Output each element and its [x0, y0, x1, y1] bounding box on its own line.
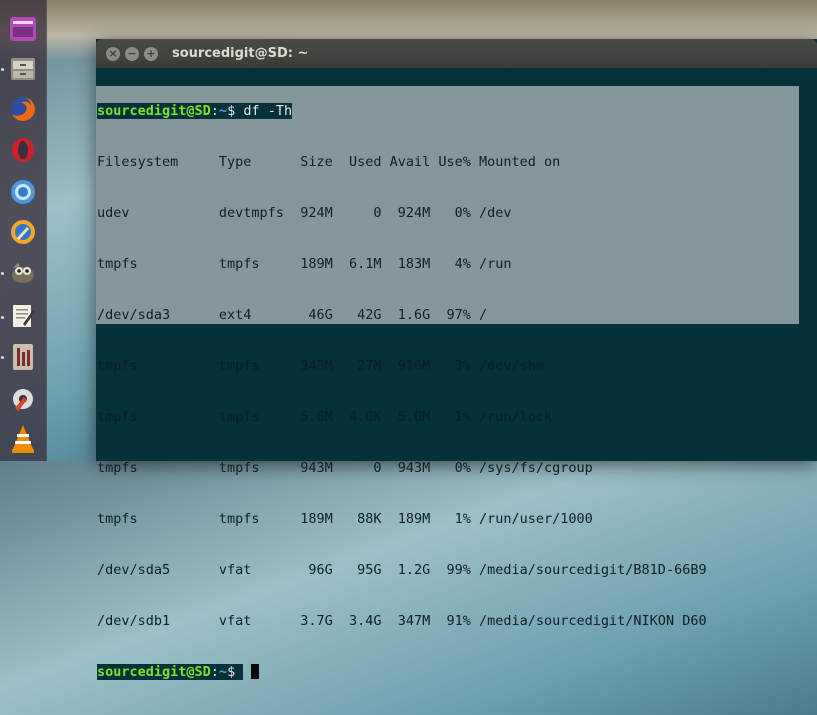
output-header: Filesystem Type Size Used Avail Use% Mou… — [97, 154, 561, 170]
settings-icon[interactable] — [7, 383, 39, 415]
output-row: /dev/sdb1 vfat 3.7G 3.4G 347M 91% /media… — [97, 613, 707, 629]
output-row: tmpfs tmpfs 189M 88K 189M 1% /run/user/1… — [97, 511, 593, 527]
window-title: sourcedigit@SD: ~ — [172, 46, 309, 61]
output-row: /dev/sda5 vfat 96G 95G 1.2G 99% /media/s… — [97, 562, 707, 578]
firefox-icon[interactable] — [7, 93, 39, 125]
opera-icon[interactable] — [7, 134, 39, 166]
minimize-button[interactable]: − — [125, 46, 139, 61]
running-indicator — [1, 272, 4, 275]
prompt-dollar: $ — [227, 664, 244, 680]
prompt-separator: : — [210, 103, 219, 119]
text-cursor — [251, 664, 260, 679]
output-row: tmpfs tmpfs 189M 6.1M 183M 4% /run — [97, 256, 512, 272]
minimize-icon: − — [127, 47, 137, 60]
prompt-user: sourcedigit@SD — [97, 664, 211, 680]
command-text: df -Th — [243, 103, 293, 119]
terminal-body[interactable]: sourcedigit@SD:~$ df -Th Filesystem Type… — [96, 68, 817, 680]
output-row: tmpfs tmpfs 943M 0 943M 0% /sys/fs/cgrou… — [97, 460, 593, 476]
chrome-icon[interactable] — [7, 176, 39, 208]
maximize-button[interactable]: + — [144, 46, 158, 61]
dash-icon[interactable] — [7, 13, 39, 45]
prompt-separator: : — [210, 664, 219, 680]
prompt-line: sourcedigit@SD:~$ — [97, 664, 707, 681]
output-row: tmpfs tmpfs 5.0M 4.0K 5.0M 1% /run/lock — [97, 409, 553, 425]
prompt-path: ~ — [218, 103, 228, 119]
browser-icon[interactable] — [7, 216, 39, 248]
running-indicator — [1, 356, 4, 359]
gimp-icon[interactable] — [7, 256, 39, 288]
prompt-user: sourcedigit@SD — [97, 103, 211, 119]
close-button[interactable]: × — [106, 46, 120, 61]
running-indicator — [1, 68, 4, 71]
prompt-dollar: $ — [227, 103, 244, 119]
prompt-path: ~ — [218, 664, 228, 680]
output-row: udev devtmpfs 924M 0 924M 0% /dev — [97, 205, 512, 221]
maximize-icon: + — [146, 47, 156, 60]
command-line: sourcedigit@SD:~$ df -Th — [97, 103, 707, 120]
output-row: tmpfs tmpfs 943M 27M 916M 3% /dev/shm — [97, 358, 545, 374]
close-icon: × — [108, 47, 118, 60]
terminal-window: × − + sourcedigit@SD: ~ sourcedigit@SD:~… — [96, 39, 817, 680]
window-titlebar[interactable]: × − + sourcedigit@SD: ~ — [96, 39, 817, 68]
output-row: /dev/sda3 ext4 46G 42G 1.6G 97% / — [97, 307, 488, 323]
launcher — [0, 0, 47, 461]
system-monitor-icon[interactable] — [7, 341, 39, 373]
text-editor-icon[interactable] — [7, 300, 39, 332]
vlc-icon[interactable] — [7, 423, 39, 455]
files-icon[interactable] — [7, 53, 39, 85]
running-indicator — [1, 316, 4, 319]
